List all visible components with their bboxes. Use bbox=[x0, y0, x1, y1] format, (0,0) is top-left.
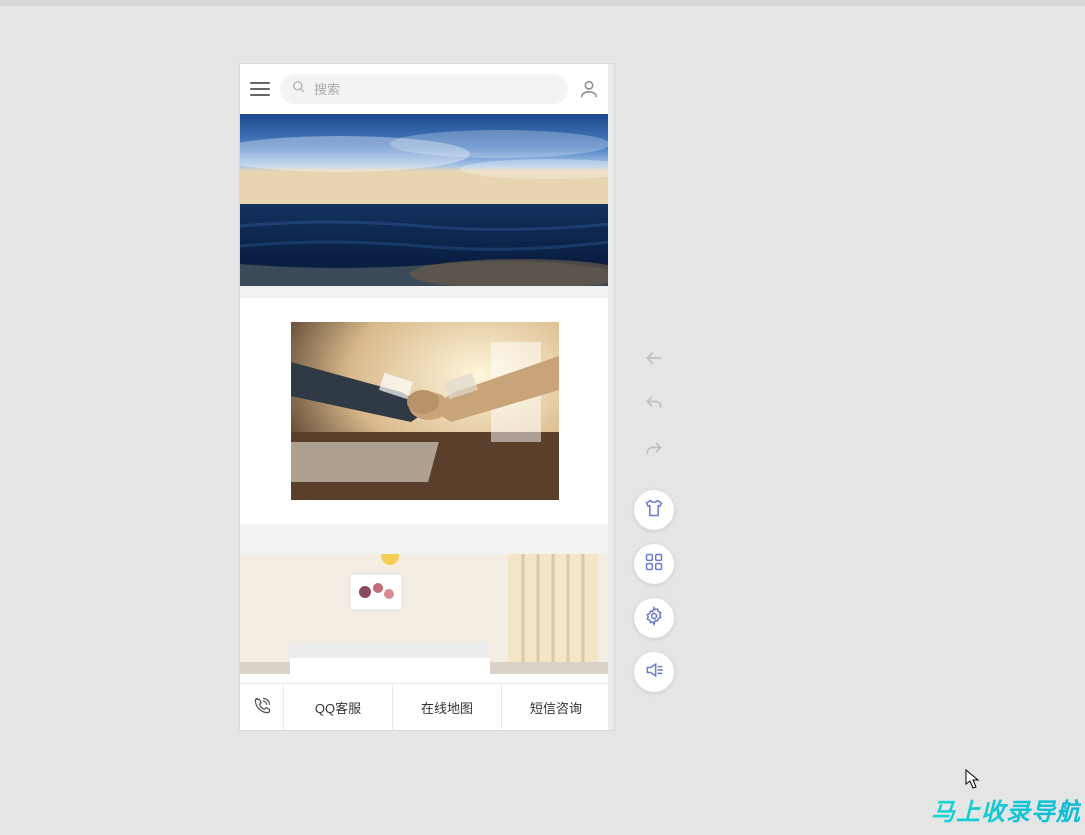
header-bar bbox=[240, 64, 610, 114]
search-input[interactable] bbox=[314, 82, 556, 97]
card-handshake bbox=[240, 298, 610, 524]
watermark-text: 马上收录导航 bbox=[931, 792, 1081, 827]
handshake-image bbox=[291, 322, 559, 500]
qq-service-button[interactable]: QQ客服 bbox=[284, 684, 393, 730]
search-bar[interactable] bbox=[280, 74, 568, 104]
bottom-item-label: 在线地图 bbox=[421, 698, 473, 717]
shirt-icon bbox=[644, 498, 664, 523]
search-icon bbox=[292, 80, 306, 99]
grid-icon bbox=[644, 552, 664, 577]
bottom-item-label: 短信咨询 bbox=[530, 698, 582, 717]
room-image bbox=[240, 554, 610, 674]
phone-content: QQ客服 在线地图 短信咨询 bbox=[240, 64, 610, 730]
redo-icon[interactable] bbox=[634, 430, 674, 470]
phone-button[interactable] bbox=[240, 684, 284, 730]
undo-icon[interactable] bbox=[634, 384, 674, 424]
gear-icon bbox=[644, 606, 664, 631]
shirt-button[interactable] bbox=[634, 490, 674, 530]
section-gap bbox=[240, 286, 610, 298]
bottom-bar: QQ客服 在线地图 短信咨询 bbox=[240, 683, 610, 730]
phone-icon bbox=[252, 696, 272, 719]
hero-image bbox=[240, 114, 610, 286]
speaker-icon bbox=[644, 660, 664, 685]
menu-icon[interactable] bbox=[250, 82, 270, 96]
bottom-item-label: QQ客服 bbox=[315, 698, 361, 717]
phone-preview-frame: QQ客服 在线地图 短信咨询 bbox=[239, 63, 615, 731]
top-strip bbox=[0, 0, 1085, 6]
user-icon[interactable] bbox=[578, 78, 600, 100]
scrollbar[interactable] bbox=[608, 64, 614, 730]
cursor-icon bbox=[965, 769, 981, 789]
gear-button[interactable] bbox=[634, 598, 674, 638]
section-gap bbox=[240, 524, 610, 554]
speaker-button[interactable] bbox=[634, 652, 674, 692]
side-toolbar bbox=[634, 338, 674, 692]
grid-button[interactable] bbox=[634, 544, 674, 584]
sms-consult-button[interactable]: 短信咨询 bbox=[502, 684, 610, 730]
back-arrow-icon[interactable] bbox=[634, 338, 674, 378]
online-map-button[interactable]: 在线地图 bbox=[393, 684, 502, 730]
